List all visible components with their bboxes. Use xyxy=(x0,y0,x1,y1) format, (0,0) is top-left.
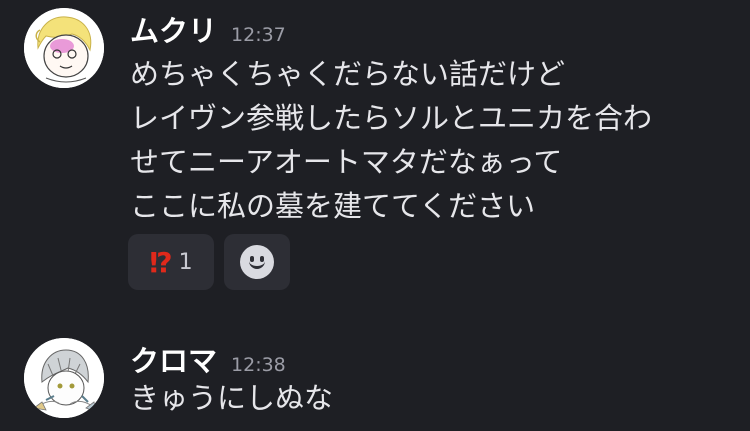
message-line: ここに私の墓を建ててください xyxy=(130,189,536,223)
message-header: クロマ 12:38 xyxy=(130,338,286,378)
reaction-exclamation-question[interactable]: ⁉ 1 xyxy=(128,234,214,290)
message-line: めちゃくちゃくだらない話だけど xyxy=(130,57,566,91)
avatar[interactable] xyxy=(24,338,104,418)
message-item[interactable]: ムクリ 12:37 めちゃくちゃくだらない話だけど レイヴン参戦したらソルとユニ… xyxy=(0,0,750,300)
message-line: きゅうにしぬな xyxy=(130,381,334,415)
author-name[interactable]: ムクリ xyxy=(130,8,217,50)
smiley-add-reaction-icon xyxy=(240,245,274,279)
timestamp: 12:38 xyxy=(231,354,286,376)
message-body: めちゃくちゃくだらない話だけど レイヴン参戦したらソルとユニカを合わ せてニーア… xyxy=(130,52,730,228)
avatar[interactable] xyxy=(24,8,104,88)
message-header: ムクリ 12:37 xyxy=(130,8,286,48)
message-body: きゅうにしぬな xyxy=(130,376,730,420)
exclamation-question-icon: ⁉ xyxy=(149,245,172,279)
message-line: レイヴン参戦したらソルとユニカを合わ xyxy=(130,101,653,135)
user-avatar-sketch-icon xyxy=(24,338,104,418)
reaction-count: 1 xyxy=(178,249,193,275)
user-avatar-cartoon-icon xyxy=(24,8,104,88)
message-line: せてニーアオートマタだなぁって xyxy=(130,145,563,179)
add-reaction-button[interactable] xyxy=(224,234,290,290)
message-item[interactable]: クロマ 12:38 きゅうにしぬな xyxy=(0,330,750,431)
author-name[interactable]: クロマ xyxy=(130,338,217,380)
reactions-bar: ⁉ 1 xyxy=(128,234,290,290)
timestamp: 12:37 xyxy=(231,24,286,46)
